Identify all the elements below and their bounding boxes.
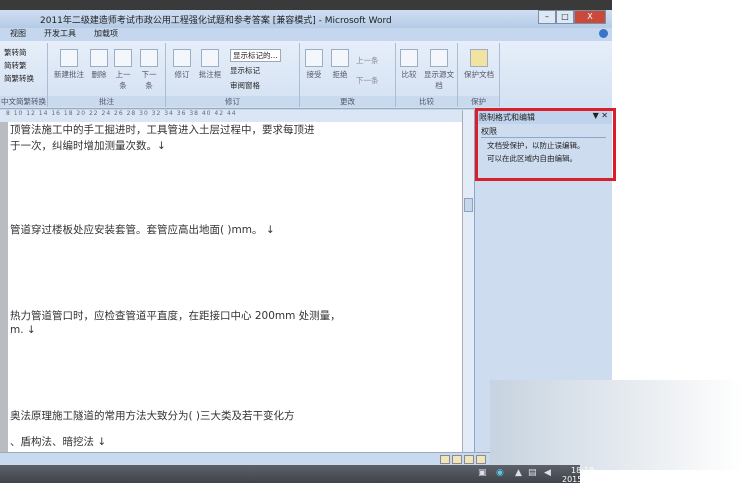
group-label: 保护: [458, 96, 499, 107]
protect-document-button[interactable]: 保护文档: [460, 49, 498, 80]
prev-comment-button[interactable]: 上一条: [112, 49, 134, 91]
lock-document-icon: [470, 49, 488, 67]
doc-line: 于一次，纠编时增加测量次数。↓: [10, 140, 166, 152]
group-label: 中文简繁转换: [0, 96, 47, 107]
delete-icon: [90, 49, 108, 67]
next-change-button[interactable]: 下一条: [356, 75, 379, 86]
group-label: 比较: [396, 96, 457, 107]
clock[interactable]: 18:18 2015/1/20: [562, 466, 603, 484]
tray-icon[interactable]: ▣: [478, 468, 487, 478]
doc-line: 、盾构法、暗挖法 ↓: [10, 436, 107, 448]
doc-line: 热力管道管口时，应检查管道平直度，在距接口中心 200mm 处测量，: [10, 310, 341, 322]
doc-line: 顶管法施工中的手工掘进时，工具管进入土层过程中，要求每顶进: [10, 124, 315, 136]
view-buttons: [440, 455, 486, 464]
print-layout-icon[interactable]: [440, 455, 450, 464]
monitor-icon[interactable]: ▤: [528, 468, 537, 478]
group-compare: 比较 显示源文档 比较: [396, 43, 458, 107]
accept-icon: [305, 49, 323, 67]
doc-line: m. ↓: [10, 324, 36, 336]
source-icon: [430, 49, 448, 67]
track-changes-button[interactable]: 修订: [170, 49, 194, 80]
tab-view[interactable]: 视图: [10, 28, 26, 40]
convert-button[interactable]: 简繁转换: [4, 73, 34, 84]
tab-addins[interactable]: 加载项: [94, 28, 118, 40]
ribbon-tabs: 视图 开发工具 加载项: [0, 28, 612, 40]
group-label: 修订: [166, 96, 299, 107]
vertical-scrollbar[interactable]: [462, 110, 474, 452]
maximize-button[interactable]: □: [556, 10, 574, 24]
tab-developer[interactable]: 开发工具: [44, 28, 76, 40]
scrollbar-thumb[interactable]: [464, 198, 473, 212]
outline-icon[interactable]: [476, 455, 486, 464]
next-comment-button[interactable]: 下一条: [138, 49, 160, 91]
group-comments: 新建批注 删除 上一条 下一条 批注: [48, 43, 166, 107]
trad-to-simp-button[interactable]: 繁转简: [4, 47, 27, 58]
balloons-button[interactable]: 批注框: [196, 49, 224, 80]
network-icon[interactable]: ◉: [496, 468, 504, 478]
reject-button[interactable]: 拒绝: [328, 49, 352, 80]
delete-comment-button[interactable]: 删除: [88, 49, 110, 80]
group-label: 批注: [48, 96, 165, 107]
group-chinese-convert: 繁转简 简转繁 简繁转换 中文简繁转换: [0, 43, 48, 107]
volume-icon[interactable]: ◀: [544, 468, 551, 478]
compare-icon: [400, 49, 418, 67]
minimize-button[interactable]: –: [538, 10, 556, 24]
window-title: 2011年二级建造师考试市政公用工程强化试题和参考答案 [兼容模式] - Mic…: [40, 16, 392, 26]
help-icon[interactable]: [599, 29, 608, 38]
balloon-icon: [201, 49, 219, 67]
horizontal-ruler[interactable]: 8 10 12 14 16 18 20 22 24 26 28 30 32 34…: [0, 110, 474, 122]
group-label: 更改: [300, 96, 395, 107]
show-source-button[interactable]: 显示源文档: [422, 49, 456, 91]
blurred-region: [490, 380, 743, 470]
reviewing-pane-dropdown[interactable]: 审阅窗格: [230, 80, 260, 91]
display-for-review-dropdown[interactable]: 显示标记的...: [230, 49, 281, 62]
show-markup-dropdown[interactable]: 显示标记: [230, 65, 260, 76]
track-icon: [173, 49, 191, 67]
show-hidden-icon[interactable]: ▲: [515, 468, 522, 478]
ribbon: 繁转简 简转繁 简繁转换 中文简繁转换 新建批注 删除 上一条 下一条 批注 修…: [0, 41, 612, 109]
screen-top-bar: [0, 0, 612, 10]
taskbar: ▣ ◉ ▲ ▤ ◀ 18:18 2015/1/20: [0, 465, 603, 484]
compare-button[interactable]: 比较: [398, 49, 420, 80]
doc-line: 奥法原理施工隧道的常用方法大致分为( )三大类及若干变化方: [10, 410, 295, 422]
group-tracking: 修订 批注框 显示标记的... 显示标记 审阅窗格 修订: [166, 43, 300, 107]
accept-button[interactable]: 接受: [302, 49, 326, 80]
comment-icon: [60, 49, 78, 67]
web-layout-icon[interactable]: [464, 455, 474, 464]
close-button[interactable]: X: [574, 10, 606, 24]
document-page[interactable]: 顶管法施工中的手工掘进时，工具管进入土层过程中，要求每顶进 于一次，纠编时增加测…: [0, 122, 462, 452]
highlight-box: [475, 108, 616, 181]
doc-line: 管道穿过楼板处应安装套管。套管应高出地面( )mm。 ↓: [10, 224, 275, 236]
prev-icon: [114, 49, 132, 67]
group-changes: 接受 拒绝 上一条 下一条 更改: [300, 43, 396, 107]
full-screen-icon[interactable]: [452, 455, 462, 464]
new-comment-button[interactable]: 新建批注: [52, 49, 86, 80]
title-bar: 2011年二级建造师考试市政公用工程强化试题和参考答案 [兼容模式] - Mic…: [0, 10, 612, 28]
reject-icon: [331, 49, 349, 67]
group-protect: 保护文档 保护: [458, 43, 500, 107]
next-icon: [140, 49, 158, 67]
previous-change-button[interactable]: 上一条: [356, 55, 379, 66]
simp-to-trad-button[interactable]: 简转繁: [4, 60, 27, 71]
